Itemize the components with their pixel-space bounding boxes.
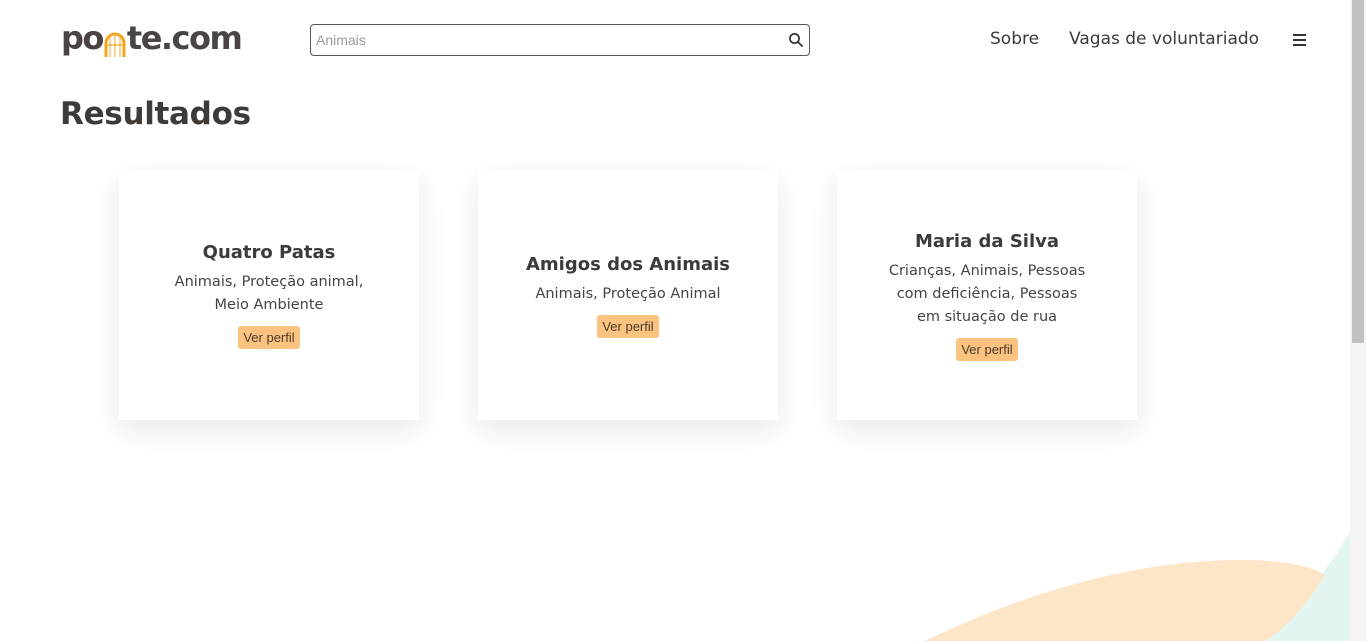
view-profile-button[interactable]: Ver perfil xyxy=(956,337,1018,361)
logo[interactable]: po te.com xyxy=(61,18,243,58)
nav-link-sobre[interactable]: Sobre xyxy=(990,29,1039,49)
view-profile-button[interactable]: Ver perfil xyxy=(238,326,300,349)
search-input[interactable] xyxy=(316,25,786,55)
result-card-causes: Crianças, Animais, Pessoas com deficiênc… xyxy=(888,262,1086,325)
site-header: po te.com Sobre Vagas de voluntariado xyxy=(0,0,1350,80)
page-scrollbar[interactable] xyxy=(1350,0,1366,641)
result-card-title: Maria da Silva xyxy=(915,230,1059,252)
result-card-title: Amigos dos Animais xyxy=(525,253,731,275)
result-card-causes: Animais, Proteção Animal xyxy=(535,285,721,302)
result-card: Quatro Patas Animais, Proteção animal, M… xyxy=(119,171,419,420)
logo-text-prefix: po xyxy=(61,19,104,57)
scrollbar-thumb[interactable] xyxy=(1352,0,1364,343)
result-card: Amigos dos Animais Animais, Proteção Ani… xyxy=(478,171,778,420)
search-bar xyxy=(310,24,810,56)
logo-text-suffix: te.com xyxy=(126,19,243,57)
bridge-icon xyxy=(104,27,126,57)
nav-link-vagas[interactable]: Vagas de voluntariado xyxy=(1069,29,1259,49)
view-profile-button[interactable]: Ver perfil xyxy=(597,314,659,338)
page-title: Resultados xyxy=(60,96,251,132)
result-card-title: Quatro Patas xyxy=(202,242,336,263)
result-card: Maria da Silva Crianças, Animais, Pessoa… xyxy=(837,171,1137,420)
search-icon[interactable] xyxy=(788,32,804,48)
main-nav: Sobre Vagas de voluntariado xyxy=(990,29,1259,49)
hamburger-icon[interactable] xyxy=(1293,34,1306,46)
result-card-causes: Animais, Proteção animal, Meio Ambiente xyxy=(174,274,364,313)
